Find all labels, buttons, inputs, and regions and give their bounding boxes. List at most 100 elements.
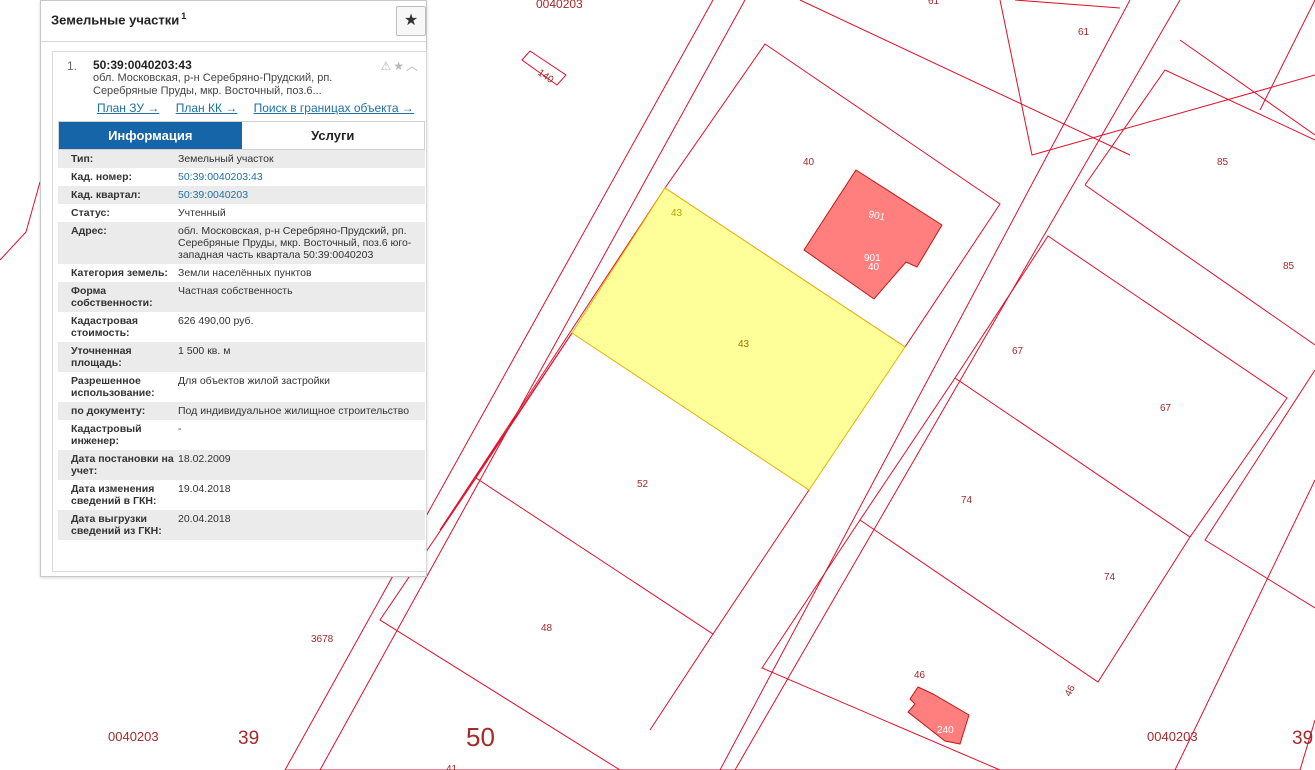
map-label: 85	[1283, 261, 1295, 272]
info-row: Кад. номер: 50:39:0040203:43	[58, 168, 425, 186]
info-row: Статус: Учтенный	[58, 204, 425, 222]
info-label: Дата постановки на учет:	[71, 453, 174, 477]
panel-title-text: Земельные участки	[51, 12, 180, 28]
tab-info[interactable]: Информация	[59, 122, 242, 149]
map-label: 43	[671, 208, 683, 219]
map-label: 240	[937, 725, 954, 736]
info-value: Для объектов жилой застройки	[178, 375, 330, 387]
map-label: 140	[535, 67, 555, 86]
map-label: 39	[238, 728, 259, 749]
warning-icon[interactable]: ⚠	[380, 59, 393, 73]
parcel-line	[1014, 0, 1121, 9]
item-number: 1.	[67, 59, 78, 73]
parcel-67[interactable]	[954, 235, 1288, 538]
parcel-line	[1084, 184, 1315, 346]
map-label: 61	[1078, 27, 1090, 38]
parcel-line	[439, 332, 573, 531]
panel-header: Земельные участки 1 ★	[41, 1, 426, 42]
card-tabs: Информация Услуги	[58, 121, 425, 150]
map-label: 40	[803, 157, 815, 168]
map-label: 3678	[311, 634, 334, 645]
info-label: Кадастровая стоимость:	[71, 315, 138, 339]
info-label: Кадастровый инженер:	[71, 423, 142, 447]
map-label: 40	[868, 262, 880, 273]
info-label: Форма собственности:	[71, 285, 153, 309]
parcel-address-short: обл. Московская, р-н Серебряно-Прудский,…	[93, 72, 333, 97]
plan-zu-link[interactable]: План ЗУ →	[97, 101, 159, 115]
land-parcels-panel: Земельные участки 1 ★ 1. 50:39:0040203:43…	[40, 0, 427, 577]
cadastral-number-title[interactable]: 50:39:0040203:43	[93, 58, 192, 72]
info-value: 1 500 кв. м	[178, 345, 231, 357]
parcel-line	[1204, 369, 1315, 609]
info-value: 20.04.2018	[178, 513, 231, 525]
parcel-card: 1. 50:39:0040203:43 обл. Московская, р-н…	[52, 51, 427, 572]
parcel-line	[1084, 69, 1315, 186]
info-label: Адрес:	[71, 225, 107, 237]
favorites-button[interactable]: ★	[396, 6, 426, 36]
info-row: Кад. квартал: 50:39:0040203	[58, 186, 425, 204]
card-links: План ЗУ → План КК → Поиск в границах объ…	[97, 101, 427, 115]
panel-title: Земельные участки 1	[51, 11, 186, 27]
map-label: 52	[637, 479, 649, 490]
tab-services[interactable]: Услуги	[241, 122, 424, 149]
parcel-line	[1179, 39, 1315, 136]
info-value: 626 490,00 руб.	[178, 315, 254, 327]
map-label: 48	[541, 623, 553, 634]
map-label: 67	[1160, 403, 1172, 414]
info-row: Кадастровая стоимость: 626 490,00 руб.	[58, 312, 425, 342]
info-row: по документу: Под индивидуальное жилищное…	[58, 402, 425, 420]
star-icon[interactable]: ★	[393, 59, 406, 73]
info-row: Дата изменения сведений в ГКН: 19.04.2018	[58, 480, 425, 510]
parcel-line	[761, 519, 1001, 770]
info-row: Форма собственности: Частная собственност…	[58, 282, 425, 312]
info-label: Кад. номер:	[71, 171, 133, 183]
map-label: 67	[1012, 346, 1024, 357]
road-edge	[1259, 0, 1315, 111]
info-row: Разрешенное использование: Для объектов ж…	[58, 372, 425, 402]
info-row: Категория земель: Земли населённых пункто…	[58, 264, 425, 282]
parcel-line	[799, 0, 1131, 156]
map-label: 74	[1104, 572, 1116, 583]
map-label: 74	[961, 495, 973, 506]
info-row: Дата постановки на учет: 18.02.2009	[58, 450, 425, 480]
map-label: 85	[1217, 157, 1229, 168]
collapse-icon[interactable]: ︿	[406, 59, 420, 73]
info-value: Частная собственность	[178, 285, 293, 297]
info-label: по документу:	[71, 405, 146, 417]
info-value: 19.04.2018	[178, 483, 231, 495]
cadastral-quarter-link[interactable]: 50:39:0040203	[178, 189, 425, 201]
map-label: 46	[1063, 683, 1078, 698]
parcel-line	[649, 633, 714, 731]
map-label: 41	[446, 764, 458, 770]
search-in-bounds-link[interactable]: Поиск в границах объекта →	[254, 101, 414, 115]
plan-kk-link[interactable]: План КК →	[176, 101, 238, 115]
info-value: Земельный участок	[178, 153, 274, 165]
info-row: Дата выгрузки сведений из ГКН: 20.04.2018	[58, 510, 425, 540]
info-value: 18.02.2009	[178, 453, 231, 465]
map-label: 50	[466, 722, 495, 752]
building-901[interactable]	[803, 169, 943, 300]
map-label: 0040203	[1147, 729, 1198, 744]
parcel-line	[999, 0, 1315, 156]
info-label: Кад. квартал:	[71, 189, 141, 201]
info-row: Адрес: обл. Московская, р-н Серебряно-Пру…	[58, 222, 425, 264]
info-label: Дата изменения сведений в ГКН:	[71, 483, 157, 507]
card-actions: ⚠★︿	[380, 57, 420, 74]
map-label: 39	[1292, 728, 1313, 749]
map-label: 43	[738, 339, 750, 350]
map-label: 46	[914, 670, 926, 681]
map-label: 0040203	[108, 729, 159, 744]
info-label: Уточненная площадь:	[71, 345, 132, 369]
info-label: Категория земель:	[71, 267, 168, 279]
info-value: Земли населённых пунктов	[178, 267, 312, 279]
info-label: Разрешенное использование:	[71, 375, 155, 399]
star-icon: ★	[403, 12, 419, 29]
info-value: Под индивидуальное жилищное строительств…	[178, 405, 410, 417]
info-label: Статус:	[71, 207, 110, 219]
map-label: 61	[928, 0, 940, 7]
cadastral-number-link[interactable]: 50:39:0040203:43	[178, 171, 425, 183]
info-value: обл. Московская, р-н Серебряно-Прудский,…	[178, 225, 412, 261]
results-count: 1	[181, 11, 187, 21]
parcel-74	[859, 377, 1191, 683]
info-table: Тип: Земельный участок Кад. номер: 50:39:0…	[58, 150, 425, 540]
